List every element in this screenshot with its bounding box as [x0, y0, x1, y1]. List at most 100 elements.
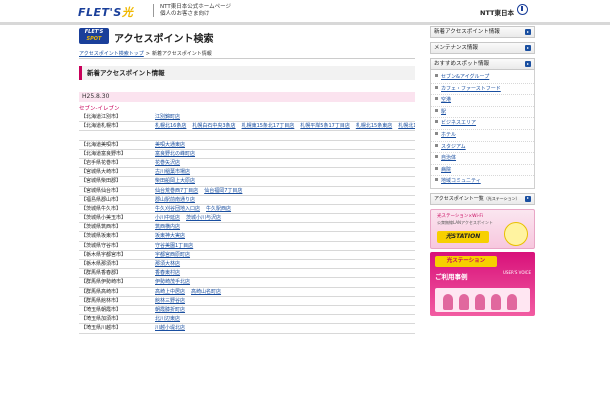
shop-link[interactable]: 江別錦町店 [155, 114, 180, 120]
table-row: 【茨城県筑西市】 筑西横内店 [79, 223, 415, 233]
recommend-spot-list: セブン&アイグループ カフェ・ファーストフード 空港駅ビジネスエリアホテル スタジアム… [430, 70, 535, 189]
table-row: 【北海道美唄市】 美唄大通東店 [79, 141, 415, 150]
table-row: 【群馬県館林市】 館林三野谷店 [79, 297, 415, 306]
shop-link[interactable]: 仙台荒巻西7丁目店 [155, 188, 198, 194]
sidebar-maintenance-link[interactable]: メンテナンス情報 [430, 42, 535, 54]
sidebar: 新着アクセスポイント情報 メンテナンス情報 おすすめスポット情報 セブン&アイグ… [430, 26, 535, 319]
banner2-sub-text: ご利用事例 [435, 272, 468, 281]
recommend-spot-item[interactable]: スタジアム [431, 142, 534, 154]
table-row: 【福島県郡山市】 郡山駅前南通り店 [79, 196, 415, 205]
shop-link[interactable]: 札幌東15条北17丁目店 [242, 123, 295, 129]
bullet-icon [435, 120, 438, 124]
sidebar-ap-list-sub: （光ステーション） [483, 195, 520, 201]
banner1-main-text: 光STATION [437, 230, 489, 243]
breadcrumb-top-link[interactable]: アクセスポイント検索トップ [79, 51, 144, 57]
recommend-spot-item[interactable]: 地域コミュニティ [431, 176, 534, 187]
recommend-spot-label: 空港 [441, 97, 452, 104]
shop-link[interactable]: 札幌北16条東店 [398, 123, 415, 129]
top-bar: FLET'S光 NTT東日本公式ホームページ 個人のお客さま向け NTT東日本 [0, 0, 610, 22]
banner1-mid-text: 公衆無線LANアクセスポイント [437, 219, 493, 225]
prefecture-cell [79, 131, 151, 139]
recommend-spot-item[interactable]: 病院 [431, 165, 534, 177]
table-row: 【栃木県宇都宮市】 宇都宮西原町店 [79, 251, 415, 260]
sidebar-ap-list-link[interactable]: アクセスポイント一覧（光ステーション） [430, 192, 535, 205]
bullet-icon [435, 97, 438, 101]
shop-link[interactable]: 小川中延店 [155, 215, 180, 221]
access-point-table: 【北海道江別市】 江別錦町店 【北海道札幌市】 札幌北16条店 札幌白石中央3条店 札幌東… [79, 113, 415, 334]
bullet-icon [435, 108, 438, 112]
shop-link[interactable]: 柴田船岡上大原店 [155, 178, 195, 184]
wifi-mascot-icon [504, 221, 528, 246]
hikari-station-banner[interactable]: 光ステーション×Wi-Fi 公衆無線LANアクセスポイント 光STATION [430, 208, 535, 249]
shops-cell: 牛久刈谷団地入口店 牛久駅西店 [151, 205, 415, 213]
shop-link[interactable]: 仙台福岡7丁目店 [204, 188, 242, 194]
prefecture-cell: 【埼玉県加須市】 [81, 316, 122, 323]
shop-link[interactable]: 札幌平岸5条17丁目店 [300, 123, 350, 129]
recommend-spot-item[interactable]: セブン&アイグループ [431, 72, 534, 84]
shop-link[interactable]: 札幌北15条東店 [356, 123, 392, 129]
banner1-top-text: 光ステーション×Wi-Fi [437, 213, 483, 219]
recommend-spot-label: 駅 [441, 108, 447, 115]
usage-examples-banner[interactable]: 光ステーション ご利用事例 USER'S VOICE [430, 251, 535, 316]
arrow-right-icon [525, 61, 531, 67]
header-sub-line1: NTT東日本公式ホームページ [160, 4, 231, 10]
sidebar-recommend-link[interactable]: おすすめスポット情報 [430, 58, 535, 70]
brand-label: セブン-イレブン [79, 106, 120, 112]
shop-link[interactable]: 那須大林店 [155, 261, 180, 267]
shop-link[interactable]: 郡山駅前南通り店 [155, 197, 195, 203]
recommend-spot-item[interactable]: 自治体 [431, 153, 534, 165]
banner2-voice-text: USER'S VOICE [503, 269, 531, 275]
header-sub-line2: 個人のお客さま向け [160, 11, 210, 17]
shop-link[interactable]: 札幌北16条店 [155, 123, 186, 129]
shop-link[interactable]: 高崎上中居店 [155, 289, 185, 295]
flets-spot-logo: FLET'S SPOT [79, 28, 109, 44]
shop-link[interactable]: 守谷美園1丁目店 [155, 243, 193, 249]
shop-link[interactable]: 朝霞膝折町店 [155, 307, 185, 313]
bullet-icon [435, 74, 438, 77]
recommend-spot-item[interactable]: ホテル [431, 130, 534, 142]
shops-cell: 朝霞膝折町店 [151, 306, 415, 314]
recommend-spot-label: カフェ・ファーストフード [441, 85, 501, 92]
prefecture-cell: 【北海道札幌市】 [81, 123, 122, 130]
prefecture-cell: 【群馬県高崎市】 [81, 288, 122, 295]
spot-logo-line1: FLET'S [84, 29, 104, 35]
shop-link[interactable]: 伊勢崎茂手北店 [155, 279, 190, 285]
shop-link[interactable]: 富良野北の峰町店 [155, 151, 195, 157]
table-row: 【北海道富良野市】 富良野北の峰町店 [79, 150, 415, 159]
logo-hikari: 光 [121, 6, 134, 19]
flets-hikari-logo[interactable]: FLET'S光 [78, 4, 133, 20]
shop-link[interactable]: 古川稲葉市場店 [155, 169, 190, 175]
shop-link[interactable]: 香春東村店 [155, 270, 180, 276]
shop-link[interactable]: 筑西横内店 [155, 224, 180, 230]
recommend-spot-label: 地域コミュニティ [441, 178, 481, 185]
date-bar: H25.8.30 [79, 92, 415, 102]
shops-cell: 館林三野谷店 [151, 297, 415, 305]
shop-link[interactable]: 館林三野谷店 [155, 298, 185, 304]
shop-link[interactable]: 花巻矢沢店 [155, 160, 180, 166]
shop-link[interactable]: 札幌白石中央3条店 [192, 123, 235, 129]
shop-link[interactable]: 美唄大通東店 [155, 142, 185, 148]
shop-link[interactable]: 坂東神大実店 [155, 233, 185, 239]
shops-cell: 伊勢崎茂手北店 [151, 278, 415, 286]
recommend-spot-item[interactable]: ビジネスエリア [431, 118, 534, 130]
recommend-spot-item[interactable]: 駅 [431, 107, 534, 119]
shop-link[interactable]: 北川辺東店 [155, 316, 180, 322]
prefecture-cell: 【茨城県守谷市】 [81, 242, 122, 249]
shop-link[interactable]: 茨城小川与沢店 [186, 215, 221, 221]
shop-link[interactable]: 牛久刈谷団地入口店 [155, 206, 200, 212]
sidebar-new-ap-link[interactable]: 新着アクセスポイント情報 [430, 26, 535, 38]
ntt-east-logo[interactable]: NTT東日本 [480, 7, 514, 17]
table-row: 【埼玉県川越市】 川越小堤北店 [79, 324, 415, 334]
spot-logo-line2: SPOT [86, 36, 102, 42]
recommend-spot-item[interactable]: カフェ・ファーストフード [431, 84, 534, 96]
prefecture-cell: 【宮城県仙台市】 [81, 187, 122, 194]
shop-link[interactable]: 川越小堤北店 [155, 325, 185, 331]
recommend-spot-item[interactable]: 空港 [431, 95, 534, 107]
prefecture-cell: 【埼玉県朝霞市】 [81, 306, 122, 313]
recommend-spot-label: ビジネスエリア [441, 120, 477, 127]
shops-cell: 札幌北16条店 札幌白石中央3条店 札幌東15条北17丁目店 札幌平岸5条17丁目店札… [151, 122, 415, 130]
shop-link[interactable]: 牛久駅西店 [206, 206, 231, 212]
shop-link[interactable]: 宇都宮西原町店 [155, 252, 190, 258]
shops-cell: 小川中延店 茨城小川与沢店 [151, 214, 415, 222]
shop-link[interactable]: 高崎山名町店 [191, 289, 221, 295]
